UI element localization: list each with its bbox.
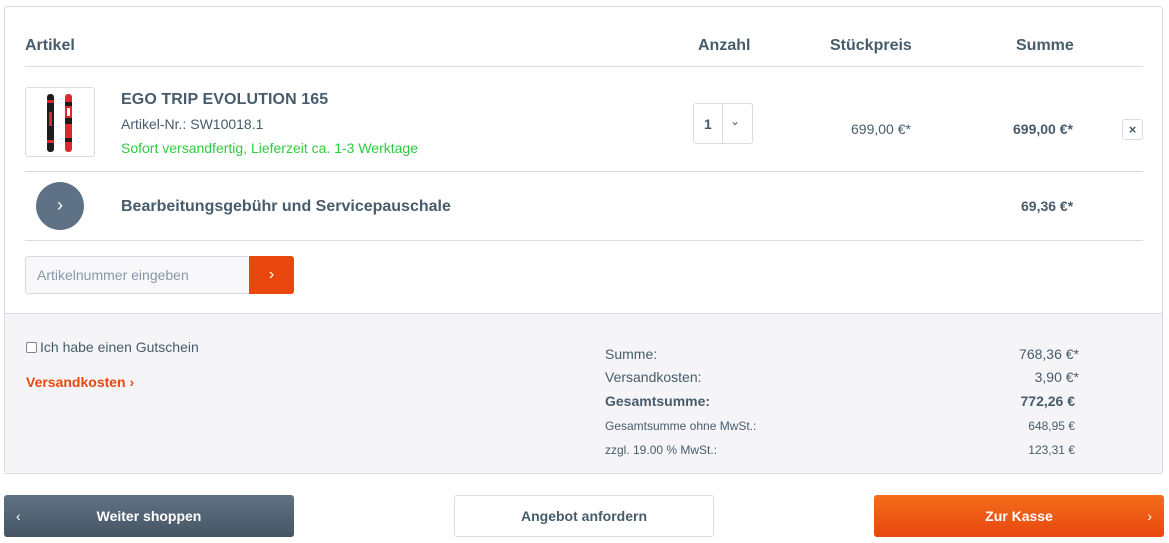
summary-label-summe: Summe: bbox=[605, 346, 658, 362]
request-offer-button[interactable]: Angebot anfordern bbox=[454, 495, 714, 537]
fee-label: Bearbeitungsgebühr und Servicepauschale bbox=[121, 198, 451, 215]
fee-row: › Bearbeitungsgebühr und Servicepauschal… bbox=[25, 172, 1143, 241]
voucher-label: Ich habe einen Gutschein bbox=[40, 339, 199, 355]
summary-value-versandkosten: 3,90 €* bbox=[1034, 369, 1079, 385]
cart-item-row: EGO TRIP EVOLUTION 165 Artikel-Nr.: SW10… bbox=[25, 67, 1143, 172]
item-total: 699,00 €* bbox=[1013, 121, 1073, 137]
product-image[interactable] bbox=[25, 87, 95, 157]
summary-value-mwst: 123,31 € bbox=[1028, 443, 1075, 457]
checkout-label: Zur Kasse bbox=[985, 508, 1053, 524]
header-stueckpreis: Stückpreis bbox=[830, 37, 912, 54]
cart-table-header: Artikel Anzahl Stückpreis Summe bbox=[25, 27, 1143, 67]
header-summe: Summe bbox=[1016, 37, 1074, 54]
cart-summary: Ich habe einen Gutschein Versandkosten ›… bbox=[5, 313, 1162, 473]
summary-value-gesamtsumme: 772,26 € bbox=[1020, 393, 1076, 409]
summary-label-mwst: zzgl. 19.00 % MwSt.: bbox=[605, 443, 718, 457]
summary-label-netto: Gesamtsumme ohne MwSt.: bbox=[605, 419, 757, 433]
cart-box: Artikel Anzahl Stückpreis Summe EGO TRIP… bbox=[4, 6, 1163, 474]
delivery-status: Sofort versandfertig, Lieferzeit ca. 1-3… bbox=[121, 140, 418, 156]
header-artikel: Artikel bbox=[25, 37, 75, 54]
product-name[interactable]: EGO TRIP EVOLUTION 165 bbox=[121, 91, 328, 109]
quantity-divider bbox=[722, 104, 723, 143]
chevron-right-icon: › bbox=[36, 182, 84, 230]
ski-pair-image bbox=[47, 94, 72, 152]
voucher-checkbox[interactable] bbox=[26, 342, 37, 353]
chevron-right-icon: › bbox=[268, 266, 275, 283]
chevron-down-icon: ⌄ bbox=[730, 114, 741, 128]
request-offer-label: Angebot anfordern bbox=[521, 508, 647, 524]
chevron-right-icon: › bbox=[1147, 508, 1152, 524]
voucher-toggle[interactable]: Ich habe einen Gutschein bbox=[26, 339, 199, 355]
quantity-value: 1 bbox=[704, 116, 712, 132]
remove-item-button[interactable]: × bbox=[1122, 119, 1143, 140]
article-number-input[interactable] bbox=[25, 256, 250, 294]
header-anzahl: Anzahl bbox=[698, 37, 751, 54]
add-article-button[interactable]: › bbox=[249, 256, 294, 294]
summary-label-versandkosten: Versandkosten: bbox=[605, 369, 702, 385]
close-icon: × bbox=[1128, 122, 1137, 137]
shipping-costs-link[interactable]: Versandkosten › bbox=[26, 374, 134, 390]
product-sku: Artikel-Nr.: SW10018.1 bbox=[121, 116, 264, 132]
fee-total: 69,36 €* bbox=[1021, 198, 1074, 214]
continue-shopping-label: Weiter shoppen bbox=[96, 508, 202, 524]
summary-value-netto: 648,95 € bbox=[1028, 419, 1075, 433]
unit-price: 699,00 €* bbox=[851, 121, 911, 137]
continue-shopping-button[interactable]: ‹ Weiter shoppen bbox=[4, 495, 294, 537]
checkout-button[interactable]: Zur Kasse › bbox=[874, 495, 1164, 537]
quantity-select[interactable]: 1 ⌄ bbox=[693, 103, 753, 144]
summary-value-summe: 768,36 €* bbox=[1019, 346, 1079, 362]
summary-label-gesamtsumme: Gesamtsumme: bbox=[605, 393, 711, 409]
chevron-left-icon: ‹ bbox=[16, 508, 21, 524]
